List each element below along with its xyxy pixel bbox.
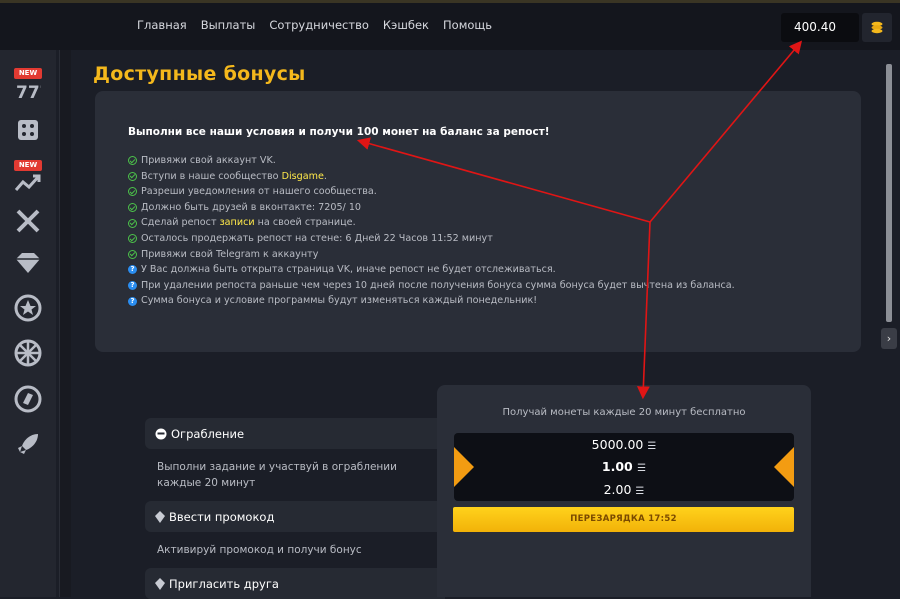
robber-icon (155, 428, 167, 439)
scroll-thumb[interactable] (886, 64, 892, 322)
nav-cashback[interactable]: Кэшбек (383, 18, 429, 32)
list-item: Сделай репост записи на своей странице. (128, 215, 735, 231)
reward-spinner: 5000.00 ☰ 1.00 ☰ 2.00 ☰ (454, 433, 794, 501)
task-promo-header[interactable]: Ввести промокод (145, 501, 445, 532)
balance-display: 400.40 (781, 13, 859, 42)
reward-value-row: 2.00 ☰ (603, 482, 645, 497)
check-icon (128, 249, 137, 259)
slots-icon[interactable]: 777 (12, 75, 44, 107)
community-link[interactable]: Disgame (282, 171, 324, 182)
sidebar-divider (59, 50, 71, 597)
question-icon: ? (128, 281, 137, 291)
chevron-right-icon[interactable]: › (881, 328, 897, 349)
reward-value-row: 5000.00 ☰ (591, 437, 657, 452)
list-item: Должно быть друзей в вконтакте: 7205/ 10 (128, 200, 735, 216)
list-item: Разреши уведомления от нашего сообщества… (128, 184, 735, 200)
list-item: Вступи в наше сообщество Disgame. (128, 169, 735, 185)
question-icon: ? (128, 265, 137, 275)
task-invite-header[interactable]: Пригласить друга (145, 568, 445, 599)
top-bar: Главная Выплаты Сотрудничество Кэшбек По… (0, 0, 900, 50)
list-item: Привяжи свой аккаунт VK. (128, 153, 735, 169)
diamond-small-icon (155, 510, 165, 523)
coins-icon: ☰ (647, 441, 657, 452)
faucet-title: Получай монеты каждые 20 минут бесплатно (502, 407, 746, 418)
check-icon (128, 234, 137, 244)
task-title: Ограбление (171, 426, 245, 441)
list-item: Осталось продержать репост на стене: 6 Д… (128, 231, 735, 247)
list-item: ? Сумма бонуса и условие программы будут … (128, 293, 735, 309)
task-robbery-header[interactable]: Ограбление (145, 418, 445, 449)
task-title: Пригласить друга (169, 576, 279, 591)
diamond-icon[interactable] (12, 247, 44, 279)
crossed-swords-icon[interactable] (12, 205, 44, 237)
tasks-list: Ограбление Выполни задание и участвуй в … (145, 418, 445, 599)
bonus-conditions-card: Выполни все наши условия и получи 100 мо… (95, 91, 861, 352)
coins-icon: ☰ (637, 463, 647, 474)
list-item: ? При удалении репоста раньше чем через 1… (128, 278, 735, 294)
deposit-button[interactable] (862, 13, 892, 42)
check-icon (128, 171, 137, 181)
dice-icon[interactable] (12, 114, 44, 146)
list-item: ? У Вас должна быть открыта страница VK, … (128, 262, 735, 278)
reward-value-row: 1.00 ☰ (601, 459, 647, 474)
conditions-list: Привяжи свой аккаунт VK. Вступи в наше с… (128, 153, 735, 309)
crash-chart-icon[interactable] (12, 167, 44, 199)
list-item: Привяжи свой Telegram к аккаунту (128, 247, 735, 263)
bonus-headline: Выполни все наши условия и получи 100 мо… (128, 126, 550, 138)
main-nav: Главная Выплаты Сотрудничество Кэшбек По… (137, 18, 492, 32)
check-icon (128, 187, 137, 197)
free-coins-panel: Получай монеты каждые 20 минут бесплатно… (437, 385, 811, 597)
page-title: Доступные бонусы (93, 63, 306, 85)
wheel-icon[interactable] (12, 337, 44, 369)
reload-button[interactable]: ПЕРЕЗАРЯДКА 17:52 (453, 507, 794, 532)
svg-text:777: 777 (16, 83, 41, 102)
nav-home[interactable]: Главная (137, 18, 187, 32)
question-icon: ? (128, 296, 137, 306)
rocket-icon[interactable] (12, 428, 44, 460)
task-description: Выполни задание и участвуй в ограблении … (157, 461, 397, 489)
check-icon (128, 203, 137, 213)
nav-partnership[interactable]: Сотрудничество (269, 18, 369, 32)
post-link[interactable]: записи (220, 217, 255, 228)
arrow-right-icon (774, 447, 794, 487)
sidebar: NEW 777 NEW (0, 50, 56, 597)
nav-help[interactable]: Помощь (443, 18, 492, 32)
task-title: Ввести промокод (169, 509, 275, 524)
check-icon (128, 156, 137, 166)
coins-icon (871, 21, 883, 33)
nav-payouts[interactable]: Выплаты (201, 18, 256, 32)
task-description: Активируй промокод и получи бонус (157, 544, 362, 556)
star-coin-icon[interactable] (12, 292, 44, 324)
check-icon (128, 218, 137, 228)
circle-logo-icon[interactable] (12, 383, 44, 415)
diamond-small-icon (155, 577, 165, 590)
coins-icon: ☰ (635, 486, 645, 497)
